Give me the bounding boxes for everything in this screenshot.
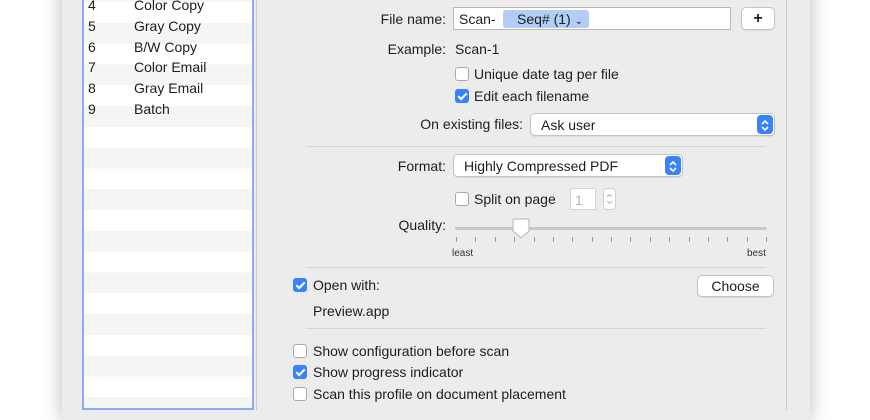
show-progress-label: Show progress indicator [313,364,464,380]
profile-number: 6 [88,38,96,55]
slider-tick [727,237,729,242]
profile-name: Color Email [134,59,207,76]
split-page-field[interactable]: 1 [570,188,596,210]
quality-least-label: least [452,248,474,259]
profile-name: B/W Copy [134,38,198,55]
file-name-field[interactable]: Scan- Seq# (1) ⌄ [453,7,731,30]
show-progress-checkbox[interactable] [293,365,307,379]
sequence-token[interactable]: Seq# (1) ⌄ [503,10,589,28]
slider-tick [688,237,690,242]
section-divider [306,267,766,268]
split-page-stepper[interactable] [603,188,616,210]
open-with-checkbox[interactable] [293,278,307,292]
split-on-page-checkbox[interactable] [455,192,469,206]
existing-files-value: Ask user [541,117,596,133]
slider-tick [552,237,554,242]
existing-files-popup[interactable]: Ask user [530,113,775,136]
format-value: Highly Compressed PDF [464,158,619,174]
quality-slider-thumb[interactable] [511,218,531,240]
profile-list-item[interactable]: 4 Color Copy [84,0,252,16]
list-divider [256,0,257,410]
slider-tick [611,237,612,242]
slider-tick [494,237,496,242]
open-with-label: Open with: [313,277,380,293]
profile-number: 9 [88,101,96,117]
slider-tick [707,237,709,242]
stepper-arrows-icon [606,193,613,205]
unique-date-tag-label: Unique date tag per file [474,66,619,82]
profile-number: 5 [88,17,96,34]
profile-list-item[interactable]: 8 Gray Email [84,78,252,99]
profile-number: 8 [88,80,96,97]
show-config-label: Show configuration before scan [313,343,510,359]
profile-name: Gray Email [134,80,204,97]
example-value: Scan-1 [455,41,500,57]
slider-tick [766,237,767,242]
profile-name: Color Copy [134,0,205,13]
file-name-prefix: Scan- [459,11,496,27]
slider-tick [630,237,632,242]
profile-list-item[interactable]: 7 Color Email [84,57,252,78]
panel-edge [786,0,787,410]
scan-on-placement-checkbox[interactable] [293,387,307,401]
choose-app-button[interactable]: Choose [697,275,774,297]
profile-list[interactable]: 4 Color Copy 5 Gray Copy 6 B/W Copy 7 Color Ema… [82,0,254,410]
popup-arrows-icon [757,115,773,134]
section-divider [306,146,766,147]
section-divider [306,328,766,329]
add-token-button[interactable]: + [741,7,775,30]
format-label: Format: [397,158,446,174]
popup-arrows-icon [665,156,681,175]
slider-tick [456,237,457,242]
sequence-token-label: Seq# (1) [517,11,571,27]
format-popup[interactable]: Highly Compressed PDF [453,154,683,177]
unique-date-tag-checkbox[interactable] [455,67,469,81]
profile-number: 7 [88,59,96,76]
profile-list-item[interactable]: 5 Gray Copy [84,16,252,37]
quality-label: Quality: [398,217,446,233]
split-page-value: 1 [575,192,583,208]
split-on-page-label: Split on page [474,191,556,207]
open-with-app: Preview.app [313,303,390,319]
quality-slider-track[interactable] [455,227,767,230]
show-config-checkbox[interactable] [293,344,307,358]
existing-files-label: On existing files: [420,116,523,132]
profile-list-item[interactable]: 6 B/W Copy [84,37,252,58]
example-label: Example: [387,41,446,57]
slider-tick [572,237,574,242]
slider-tick [746,237,748,242]
file-name-label: File name: [380,11,446,27]
slider-tick [669,237,671,242]
slider-tick [475,237,477,242]
profile-name: Gray Copy [134,17,201,34]
slider-tick [533,237,535,242]
slider-tick [649,237,651,242]
quality-best-label: best [747,248,766,259]
profile-list-item[interactable]: 9 Batch [84,99,252,120]
edit-filename-label: Edit each filename [474,88,590,104]
edit-filename-checkbox[interactable] [455,89,469,103]
profile-number: 4 [88,0,96,13]
profile-name: Batch [134,101,170,117]
slider-tick [591,237,593,242]
chevron-down-icon: ⌄ [574,16,583,27]
